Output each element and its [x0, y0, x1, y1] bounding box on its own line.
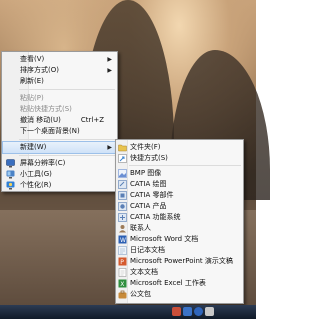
folder-icon — [118, 143, 127, 152]
svg-text:P: P — [120, 259, 124, 266]
submenu-item-journal-document[interactable]: 日记本文档 — [117, 245, 242, 256]
menu-item-screen-resolution[interactable]: 屏幕分辨率(C) — [3, 158, 116, 169]
submenu-item-label: 快捷方式(S) — [130, 154, 168, 162]
submenu-item-folder[interactable]: 文件夹(F) — [117, 142, 242, 153]
menu-item-label: 个性化(R) — [20, 181, 52, 189]
submenu-item-text-document[interactable]: 文本文档 — [117, 267, 242, 278]
menu-item-view[interactable]: 查看(V) ▶ — [3, 54, 116, 65]
submenu-item-label: 公文包 — [130, 290, 151, 298]
menu-item-gadgets[interactable]: 小工具(G) — [3, 169, 116, 180]
menu-separator — [19, 139, 115, 140]
menu-item-label: 小工具(G) — [20, 170, 52, 178]
catia-product-icon — [118, 202, 127, 211]
catia-system-icon — [118, 213, 127, 222]
submenu-item-bmp-image[interactable]: BMP 图像 — [117, 168, 242, 179]
menu-item-label: 屏幕分辨率(C) — [20, 159, 66, 167]
submenu-item-catia-product[interactable]: CATIA 产品 — [117, 201, 242, 212]
submenu-item-powerpoint-presentation[interactable]: P Microsoft PowerPoint 演示文稿 — [117, 256, 242, 267]
submenu-item-label: Microsoft Word 文档 — [130, 235, 199, 243]
submenu-item-label: Microsoft PowerPoint 演示文稿 — [130, 257, 233, 265]
text-document-icon — [118, 268, 127, 277]
menu-item-undo-move[interactable]: 撤消 移动(U) Ctrl+Z — [3, 115, 116, 126]
submenu-item-label: CATIA 产品 — [130, 202, 167, 210]
submenu-item-label: 文本文档 — [130, 268, 158, 276]
svg-text:W: W — [120, 237, 126, 244]
menu-item-label: 撤消 移动(U) — [20, 116, 61, 124]
menu-item-label: 粘贴(P) — [20, 94, 44, 102]
new-submenu: 文件夹(F) 快捷方式(S) BMP 图像 CATIA 绘图 CATIA 零部件… — [115, 139, 244, 304]
submenu-item-label: 日记本文档 — [130, 246, 165, 254]
word-icon: W — [118, 235, 127, 244]
svg-text:X: X — [120, 281, 124, 288]
help-icon[interactable] — [194, 307, 203, 316]
desktop-context-menu: 查看(V) ▶ 排序方式(O) ▶ 刷新(E) 粘贴(P) 粘贴快捷方式(S) … — [1, 51, 118, 192]
submenu-item-catia-drawing[interactable]: CATIA 绘图 — [117, 179, 242, 190]
menu-item-personalize[interactable]: 个性化(R) — [3, 180, 116, 191]
submenu-item-word-document[interactable]: W Microsoft Word 文档 — [117, 234, 242, 245]
shortcut-icon — [118, 154, 127, 163]
menu-separator — [129, 165, 241, 166]
menu-separator — [19, 155, 115, 156]
submenu-item-label: CATIA 零部件 — [130, 191, 174, 199]
submenu-item-label: 文件夹(F) — [130, 143, 161, 151]
excel-icon: X — [118, 279, 127, 288]
gadgets-icon — [6, 170, 15, 179]
powerpoint-icon: P — [118, 257, 127, 266]
submenu-item-label: BMP 图像 — [130, 169, 162, 177]
briefcase-icon — [118, 290, 127, 299]
flag-icon[interactable] — [205, 307, 214, 316]
menu-item-label: 刷新(E) — [20, 77, 44, 85]
screen-resolution-icon — [6, 159, 15, 168]
contact-icon — [118, 224, 127, 233]
catia-part-icon — [118, 191, 127, 200]
shortcut-text: Ctrl+Z — [80, 116, 104, 124]
personalize-icon — [6, 181, 15, 190]
submenu-item-briefcase[interactable]: 公文包 — [117, 289, 242, 300]
menu-item-label: 下一个桌面背景(N) — [20, 127, 80, 135]
menu-separator — [19, 89, 115, 90]
menu-item-label: 粘贴快捷方式(S) — [20, 105, 72, 113]
menu-item-next-desktop-background[interactable]: 下一个桌面背景(N) — [3, 126, 116, 137]
submenu-item-catia-system[interactable]: CATIA 功能系统 — [117, 212, 242, 223]
menu-item-label: 新建(W) — [20, 143, 47, 151]
submenu-item-label: CATIA 功能系统 — [130, 213, 181, 221]
network-icon[interactable] — [183, 307, 192, 316]
bmp-icon — [118, 169, 127, 178]
menu-item-new[interactable]: 新建(W) ▶ — [2, 141, 117, 154]
volume-icon[interactable] — [172, 307, 181, 316]
submenu-arrow-icon: ▶ — [107, 144, 112, 151]
submenu-item-label: 联系人 — [130, 224, 151, 232]
catia-drawing-icon — [118, 180, 127, 189]
journal-icon — [118, 246, 127, 255]
menu-item-sort-by[interactable]: 排序方式(O) ▶ — [3, 65, 116, 76]
menu-item-refresh[interactable]: 刷新(E) — [3, 76, 116, 87]
submenu-item-label: CATIA 绘图 — [130, 180, 167, 188]
menu-item-label: 查看(V) — [20, 55, 45, 63]
menu-item-paste-shortcut[interactable]: 粘贴快捷方式(S) — [3, 104, 116, 115]
menu-item-label: 排序方式(O) — [20, 66, 59, 74]
menu-item-paste[interactable]: 粘贴(P) — [3, 93, 116, 104]
submenu-item-label: Microsoft Excel 工作表 — [130, 279, 206, 287]
submenu-item-shortcut[interactable]: 快捷方式(S) — [117, 153, 242, 164]
submenu-item-contact[interactable]: 联系人 — [117, 223, 242, 234]
taskbar — [0, 305, 256, 319]
submenu-arrow-icon: ▶ — [107, 67, 112, 74]
submenu-arrow-icon: ▶ — [107, 56, 112, 63]
submenu-item-excel-worksheet[interactable]: X Microsoft Excel 工作表 — [117, 278, 242, 289]
submenu-item-catia-part[interactable]: CATIA 零部件 — [117, 190, 242, 201]
